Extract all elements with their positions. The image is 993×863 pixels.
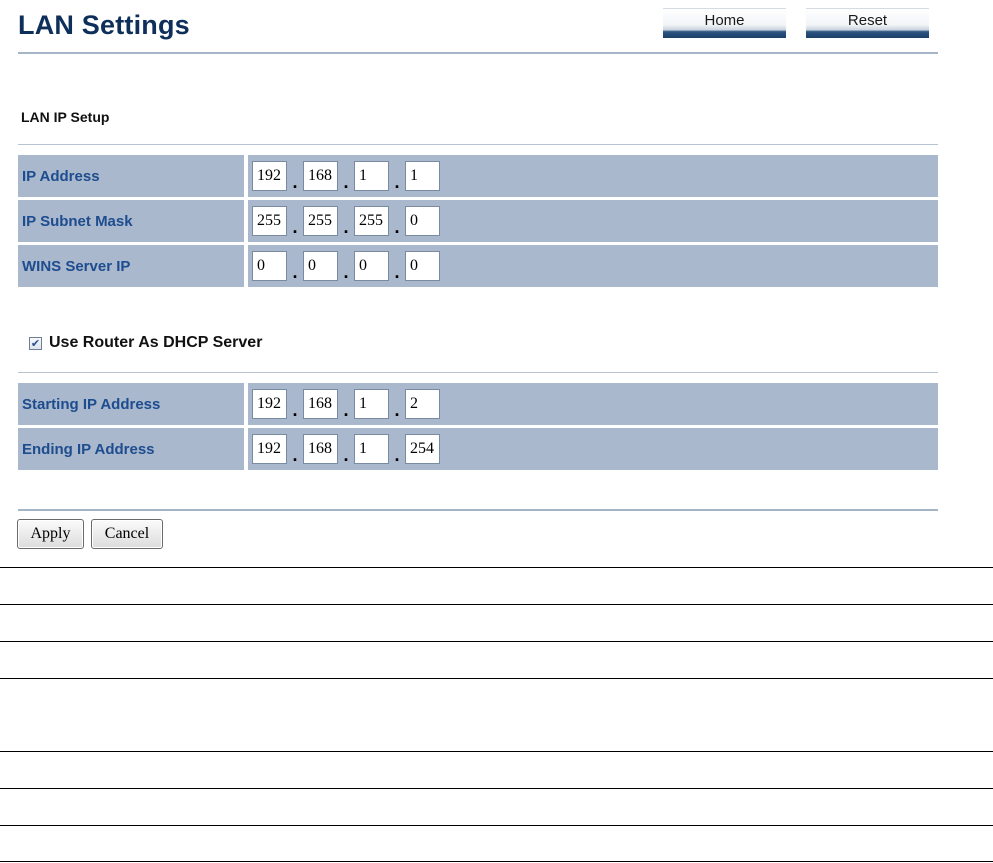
wins-server-row: WINS Server IP . . . (18, 245, 938, 287)
octet-separator: . (343, 171, 349, 192)
lan-ip-setup-table: IP Address . . . IP Subnet Mask . . . WI… (18, 155, 938, 290)
subnet-mask-octet-2[interactable] (303, 206, 338, 236)
starting-ip-label: Starting IP Address (18, 383, 244, 425)
ip-address-field-group: . . . (248, 155, 938, 197)
starting-ip-octet-4[interactable] (405, 389, 440, 419)
page-divider (0, 788, 993, 789)
dhcp-divider (18, 372, 938, 373)
octet-separator: . (292, 216, 298, 237)
starting-ip-field-group: . . . (248, 383, 938, 425)
starting-ip-octet-3[interactable] (354, 389, 389, 419)
wins-server-octet-3[interactable] (354, 251, 389, 281)
ending-ip-octet-3[interactable] (354, 434, 389, 464)
starting-ip-octet-2[interactable] (303, 389, 338, 419)
section-divider (18, 144, 938, 145)
ending-ip-octet-2[interactable] (303, 434, 338, 464)
checkmark-icon: ✔ (30, 336, 41, 350)
wins-server-field-group: . . . (248, 245, 938, 287)
cancel-button[interactable]: Cancel (91, 519, 163, 549)
subnet-mask-octet-4[interactable] (405, 206, 440, 236)
title-divider (18, 52, 938, 54)
subnet-mask-octet-1[interactable] (252, 206, 287, 236)
octet-separator: . (343, 216, 349, 237)
reset-button[interactable]: Reset (806, 8, 929, 38)
octet-separator: . (394, 216, 400, 237)
ending-ip-field-group: . . . (248, 428, 938, 470)
octet-separator: . (343, 261, 349, 282)
ending-ip-label: Ending IP Address (18, 428, 244, 470)
subnet-mask-row: IP Subnet Mask . . . (18, 200, 938, 242)
subnet-mask-field-group: . . . (248, 200, 938, 242)
home-button[interactable]: Home (663, 8, 786, 38)
octet-separator: . (394, 444, 400, 465)
starting-ip-octet-1[interactable] (252, 389, 287, 419)
octet-separator: . (292, 261, 298, 282)
ending-ip-row: Ending IP Address . . . (18, 428, 938, 470)
ip-address-octet-3[interactable] (354, 161, 389, 191)
dhcp-checkbox[interactable]: ✔ (29, 336, 42, 350)
wins-server-octet-1[interactable] (252, 251, 287, 281)
ending-ip-octet-1[interactable] (252, 434, 287, 464)
subnet-mask-label: IP Subnet Mask (18, 200, 244, 242)
page-divider (0, 861, 993, 862)
wins-server-label: WINS Server IP (18, 245, 244, 287)
wins-server-octet-2[interactable] (303, 251, 338, 281)
starting-ip-row: Starting IP Address . . . (18, 383, 938, 425)
page-divider (0, 678, 993, 679)
page-divider (0, 567, 993, 568)
dhcp-checkbox-label[interactable]: Use Router As DHCP Server (49, 334, 262, 352)
wins-server-octet-4[interactable] (405, 251, 440, 281)
ip-address-octet-1[interactable] (252, 161, 287, 191)
ip-address-label: IP Address (18, 155, 244, 197)
actions-divider (18, 509, 938, 511)
subnet-mask-octet-3[interactable] (354, 206, 389, 236)
dhcp-toggle[interactable]: ✔ Use Router As DHCP Server (29, 334, 262, 352)
ending-ip-octet-4[interactable] (405, 434, 440, 464)
ip-address-row: IP Address . . . (18, 155, 938, 197)
page-divider (0, 604, 993, 605)
ip-address-octet-2[interactable] (303, 161, 338, 191)
octet-separator: . (292, 399, 298, 420)
octet-separator: . (343, 444, 349, 465)
apply-button[interactable]: Apply (17, 519, 84, 549)
octet-separator: . (292, 171, 298, 192)
ip-address-octet-4[interactable] (405, 161, 440, 191)
octet-separator: . (343, 399, 349, 420)
dhcp-range-table: Starting IP Address . . . Ending IP Addr… (18, 383, 938, 473)
page-divider (0, 751, 993, 752)
octet-separator: . (394, 399, 400, 420)
octet-separator: . (292, 444, 298, 465)
octet-separator: . (394, 261, 400, 282)
octet-separator: . (394, 171, 400, 192)
section-title-lan-ip-setup: LAN IP Setup (21, 109, 110, 125)
page-divider (0, 641, 993, 642)
page-title: LAN Settings (18, 10, 190, 40)
page-divider (0, 825, 993, 826)
